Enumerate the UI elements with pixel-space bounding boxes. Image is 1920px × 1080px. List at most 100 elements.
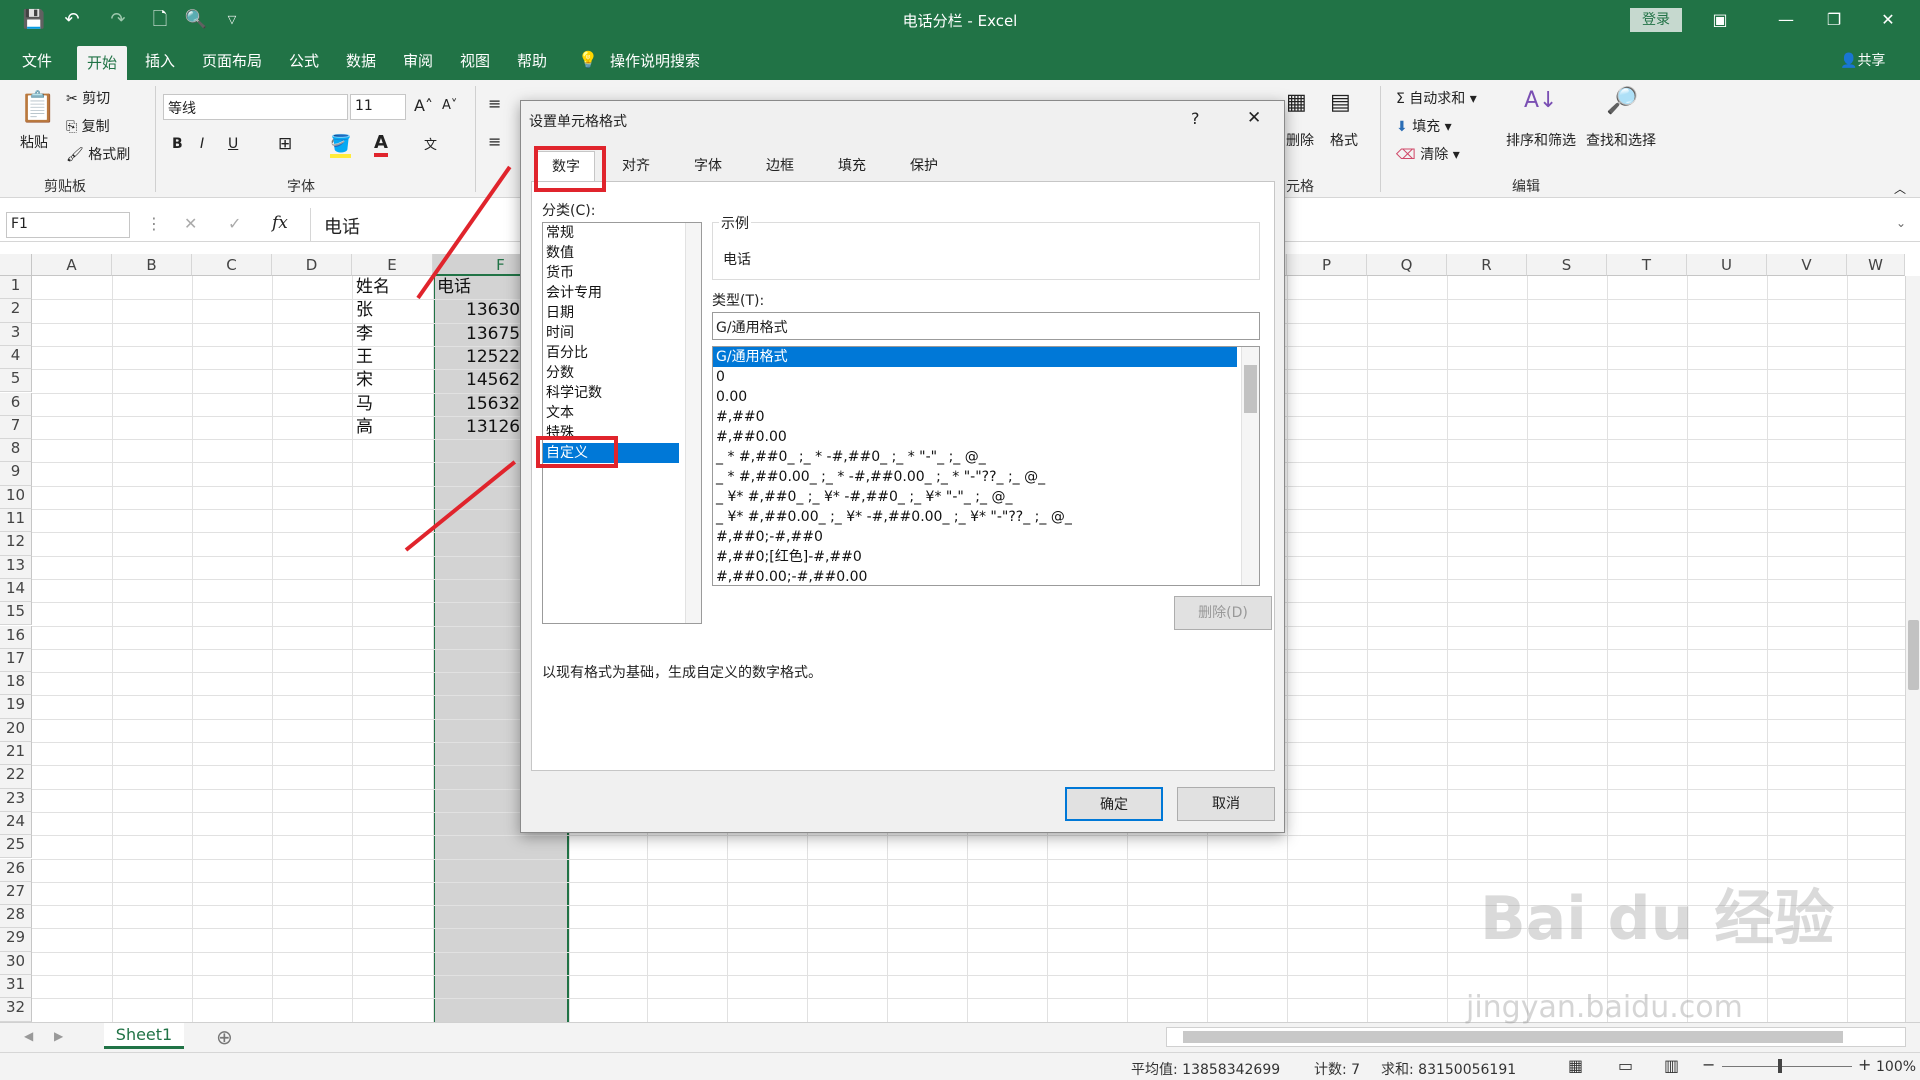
format-item[interactable]: #,##0;-#,##0 bbox=[713, 527, 1237, 547]
cell-f5[interactable]: 145623 bbox=[466, 369, 520, 392]
zoom-in-icon[interactable]: + bbox=[1858, 1055, 1871, 1074]
row-header-28[interactable]: 28 bbox=[0, 905, 32, 929]
restore-icon[interactable]: ❐ bbox=[1820, 8, 1848, 32]
prev-sheet-icon[interactable]: ◀ bbox=[24, 1029, 33, 1043]
row-header-12[interactable]: 12 bbox=[0, 532, 32, 556]
row-header-24[interactable]: 24 bbox=[0, 811, 32, 836]
tab-insert[interactable]: 插入 bbox=[145, 50, 175, 71]
category-scrollbar[interactable] bbox=[685, 223, 701, 623]
italic-button[interactable]: I bbox=[200, 136, 204, 152]
vertical-scrollbar[interactable] bbox=[1905, 276, 1920, 1022]
row-header-14[interactable]: 14 bbox=[0, 578, 32, 603]
tell-me-search[interactable]: 操作说明搜索 bbox=[610, 50, 700, 71]
format-scroll-thumb[interactable] bbox=[1244, 365, 1257, 413]
column-header-w[interactable]: W bbox=[1847, 254, 1905, 276]
column-header-b[interactable]: B bbox=[112, 254, 192, 276]
category-item[interactable]: 会计专用 bbox=[543, 283, 679, 303]
tab-home[interactable]: 开始 bbox=[77, 46, 128, 80]
cell-f2[interactable]: 136306 bbox=[466, 299, 520, 322]
sort-filter-button[interactable]: 排序和筛选 bbox=[1506, 130, 1576, 150]
dialog-tab-fill[interactable]: 填充 bbox=[823, 151, 881, 181]
category-item[interactable]: 常规 bbox=[543, 223, 679, 243]
column-header-e[interactable]: E bbox=[352, 254, 433, 276]
row-header-31[interactable]: 31 bbox=[0, 975, 32, 999]
clear-button[interactable]: ⌫ 清除 ▾ bbox=[1396, 144, 1460, 164]
row-header-19[interactable]: 19 bbox=[0, 695, 32, 719]
underline-button[interactable]: U bbox=[228, 136, 238, 152]
align-top-icon[interactable]: ≡ bbox=[488, 94, 501, 113]
align-left-icon[interactable]: ≡ bbox=[488, 132, 501, 151]
next-sheet-icon[interactable]: ▶ bbox=[54, 1029, 63, 1043]
format-item[interactable]: #,##0 bbox=[713, 407, 1237, 427]
category-item[interactable]: 百分比 bbox=[543, 343, 679, 363]
row-header-18[interactable]: 18 bbox=[0, 672, 32, 696]
phonetic-icon[interactable]: 文 bbox=[424, 134, 437, 153]
zoom-slider-thumb[interactable] bbox=[1778, 1059, 1782, 1073]
row-header-29[interactable]: 29 bbox=[0, 928, 32, 952]
row-header-32[interactable]: 32 bbox=[0, 998, 32, 1022]
help-button[interactable]: ? bbox=[1191, 109, 1200, 128]
row-header-5[interactable]: 5 bbox=[0, 369, 32, 393]
format-item[interactable]: _ ¥* #,##0.00_ ;_ ¥* -#,##0.00_ ;_ ¥* "-… bbox=[713, 507, 1237, 527]
row-header-16[interactable]: 16 bbox=[0, 625, 32, 649]
format-item[interactable]: _ * #,##0.00_ ;_ * -#,##0.00_ ;_ * "-"??… bbox=[713, 467, 1237, 487]
format-item[interactable]: 0 bbox=[713, 367, 1237, 387]
delete-format-button[interactable]: 删除(D) bbox=[1174, 596, 1272, 630]
tab-view[interactable]: 视图 bbox=[460, 50, 490, 71]
bold-button[interactable]: B bbox=[172, 136, 183, 152]
delete-cells-icon[interactable]: ▦ bbox=[1286, 90, 1307, 115]
cell-f6[interactable]: 156325 bbox=[466, 393, 520, 416]
format-list[interactable]: G/通用格式 0 0.00 #,##0 #,##0.00 _ * #,##0_ ;_ * … bbox=[712, 346, 1260, 586]
row-header-11[interactable]: 11 bbox=[0, 509, 32, 533]
zoom-slider[interactable] bbox=[1722, 1066, 1852, 1067]
category-item[interactable]: 日期 bbox=[543, 303, 679, 323]
paste-button[interactable]: 粘贴 bbox=[20, 132, 48, 152]
row-header-3[interactable]: 3 bbox=[0, 322, 32, 346]
horizontal-scrollbar[interactable] bbox=[1166, 1027, 1906, 1047]
row-header-9[interactable]: 9 bbox=[0, 462, 32, 486]
format-item[interactable]: #,##0.00 bbox=[713, 427, 1237, 447]
tab-review[interactable]: 审阅 bbox=[403, 50, 433, 71]
font-name-combo[interactable]: 等线 bbox=[163, 94, 348, 120]
copy-button[interactable]: ⎘ 复制 bbox=[66, 116, 110, 136]
cell-f7[interactable]: 131262 bbox=[466, 416, 520, 439]
normal-view-icon[interactable]: ▦ bbox=[1568, 1056, 1583, 1075]
dialog-tab-alignment[interactable]: 对齐 bbox=[607, 151, 665, 181]
expand-formula-icon[interactable]: ⌄ bbox=[1896, 216, 1906, 230]
category-item[interactable]: 科学记数 bbox=[543, 383, 679, 403]
format-painter-button[interactable]: 🖌 格式刷 bbox=[66, 144, 130, 164]
column-header-t[interactable]: T bbox=[1607, 254, 1687, 276]
insert-function-icon[interactable]: fx bbox=[272, 213, 288, 233]
category-item[interactable]: 分数 bbox=[543, 363, 679, 383]
row-header-10[interactable]: 10 bbox=[0, 485, 32, 509]
tab-formulas[interactable]: 公式 bbox=[289, 50, 319, 71]
cell-e2[interactable]: 张 bbox=[356, 299, 373, 322]
format-item[interactable]: _ ¥* #,##0_ ;_ ¥* -#,##0_ ;_ ¥* "-"_ ;_ … bbox=[713, 487, 1237, 507]
tab-page-layout[interactable]: 页面布局 bbox=[202, 50, 262, 71]
format-item[interactable]: #,##0;[红色]-#,##0 bbox=[713, 547, 1237, 567]
tab-help[interactable]: 帮助 bbox=[517, 50, 547, 71]
dialog-close-button[interactable]: ✕ bbox=[1247, 108, 1261, 128]
row-header-21[interactable]: 21 bbox=[0, 742, 32, 766]
share-button[interactable]: 👤共享 bbox=[1840, 50, 1885, 70]
borders-icon[interactable]: ⊞ bbox=[278, 134, 292, 154]
row-header-4[interactable]: 4 bbox=[0, 345, 32, 370]
select-all-corner[interactable] bbox=[0, 254, 32, 276]
decrease-font-icon[interactable]: A˅ bbox=[442, 98, 457, 113]
collapse-ribbon-icon[interactable]: ︿ bbox=[1894, 180, 1906, 197]
cell-f1[interactable]: 电话 bbox=[437, 276, 517, 299]
row-header-26[interactable]: 26 bbox=[0, 858, 32, 882]
sheet-tab-sheet1[interactable]: Sheet1 bbox=[104, 1023, 184, 1049]
row-header-8[interactable]: 8 bbox=[0, 439, 32, 463]
column-header-d[interactable]: D bbox=[272, 254, 352, 276]
row-header-30[interactable]: 30 bbox=[0, 951, 32, 975]
dialog-tab-border[interactable]: 边框 bbox=[751, 151, 809, 181]
format-item[interactable]: #,##0.00;-#,##0.00 bbox=[713, 567, 1237, 585]
close-icon[interactable]: ✕ bbox=[1874, 8, 1902, 32]
category-item[interactable]: 时间 bbox=[543, 323, 679, 343]
column-header-u[interactable]: U bbox=[1687, 254, 1767, 276]
column-header-p[interactable]: P bbox=[1287, 254, 1367, 276]
cancel-button[interactable]: 取消 bbox=[1177, 787, 1275, 821]
category-item[interactable]: 文本 bbox=[543, 403, 679, 423]
row-header-2[interactable]: 2 bbox=[0, 299, 32, 323]
